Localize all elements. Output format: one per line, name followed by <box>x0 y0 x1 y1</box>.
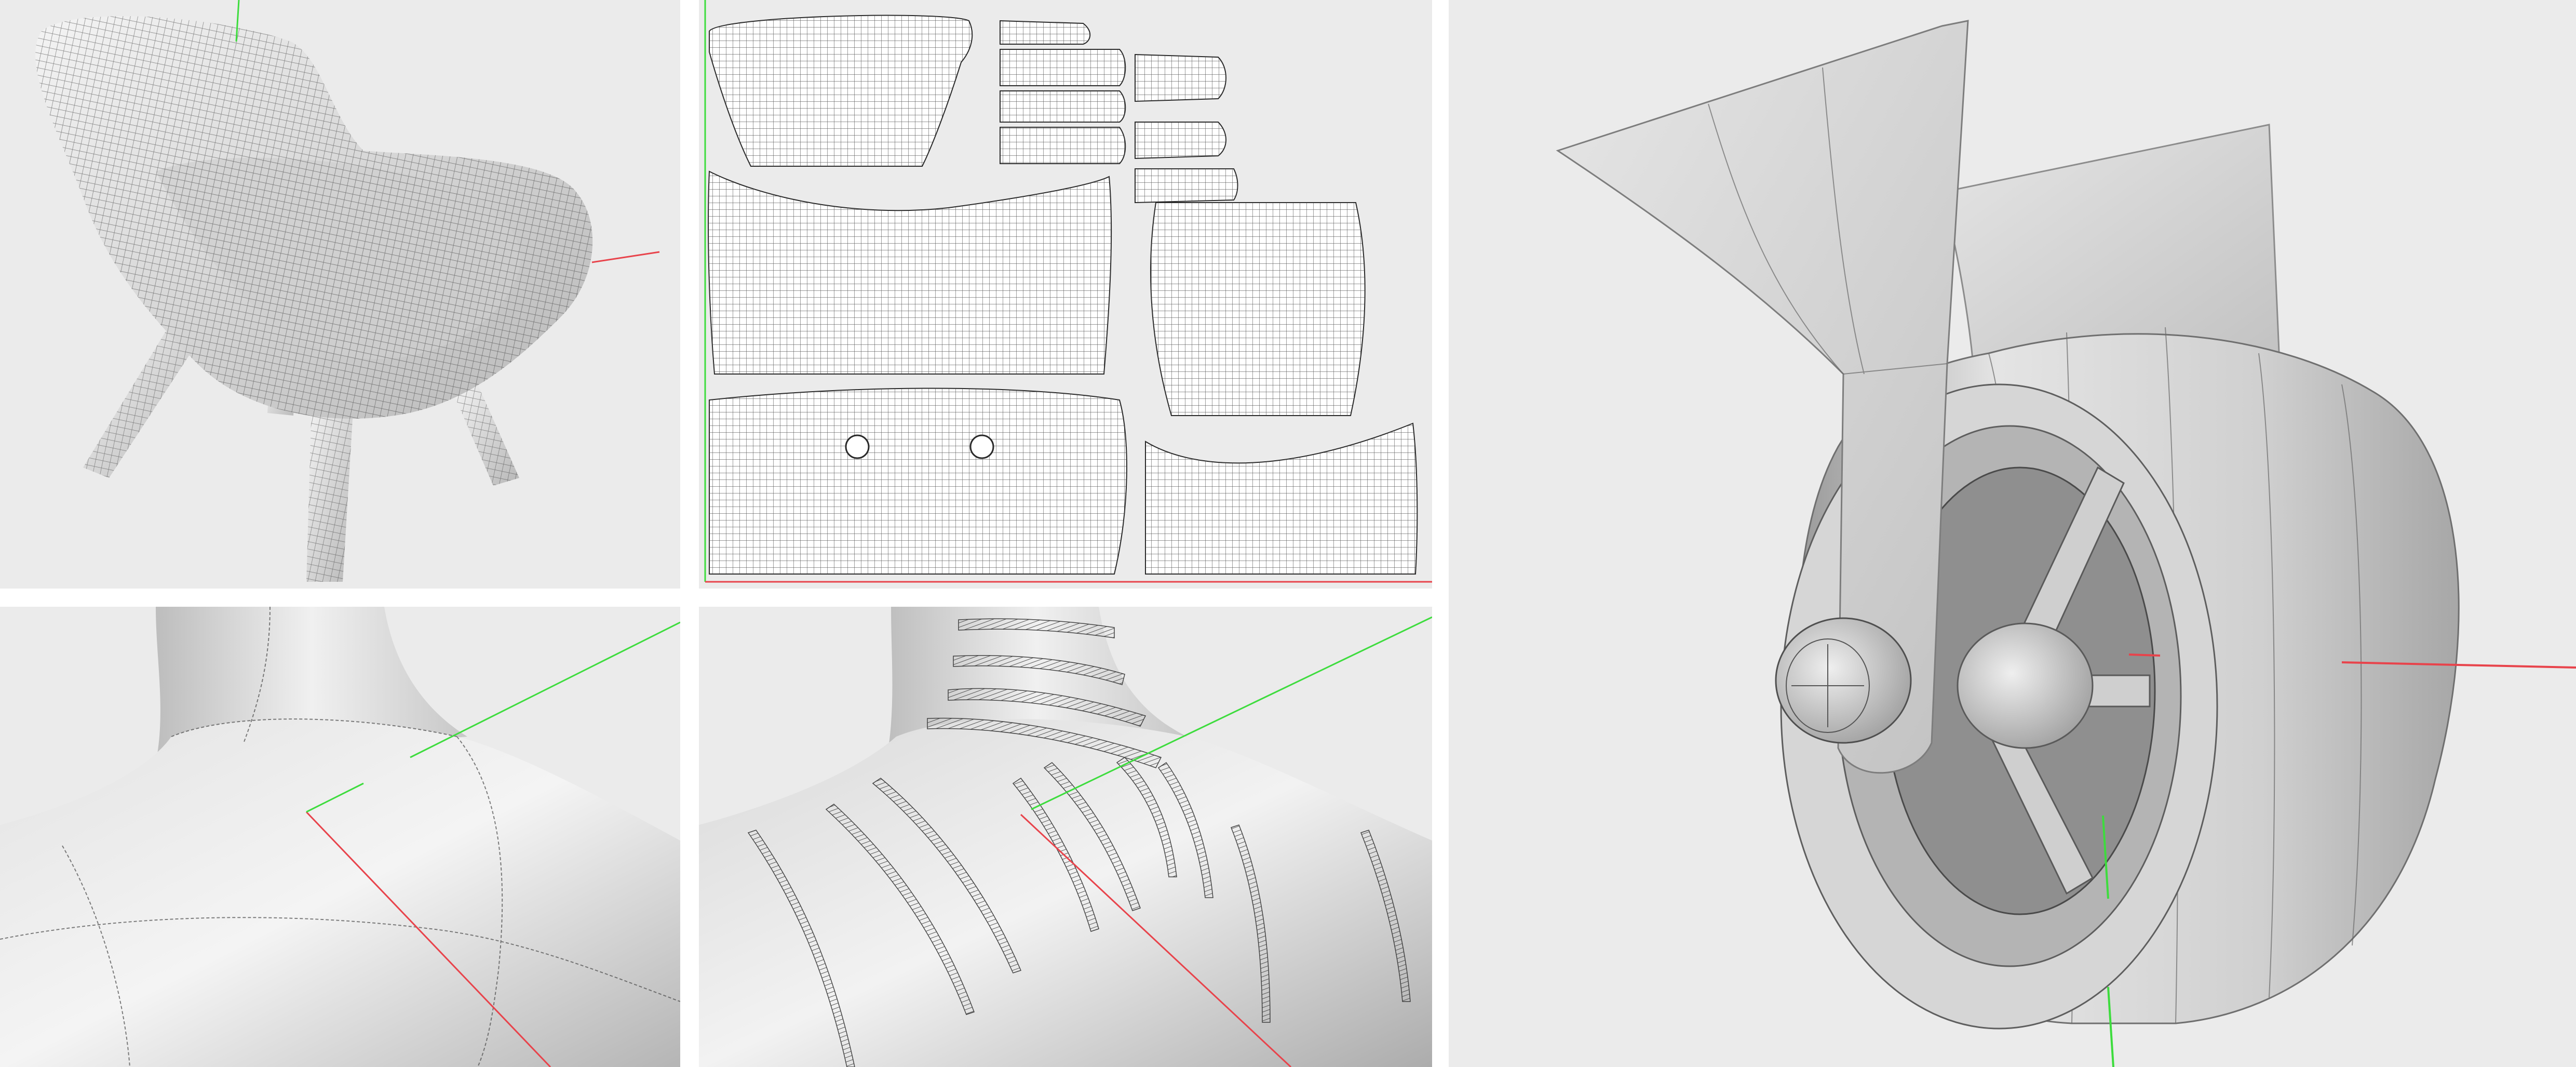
chair-leg-front-right-mesh <box>306 405 353 582</box>
uv-hole-left <box>845 434 870 459</box>
viewport-wheel[interactable] <box>1449 0 2576 1067</box>
uv-layout-canvas <box>704 0 1432 583</box>
axis-x-short-line <box>2128 653 2161 657</box>
viewport-chair[interactable] <box>0 0 680 589</box>
surface-canvas <box>0 607 680 1067</box>
chair-wireframe-canvas <box>35 0 660 582</box>
chair-leg-back-right-mesh <box>452 384 519 486</box>
surface-body <box>0 719 680 1067</box>
axis-x-line <box>591 251 660 263</box>
viewport-uv-editor[interactable] <box>699 0 1432 589</box>
wheel-hub <box>1957 622 2094 749</box>
axis-z-line <box>410 621 680 758</box>
wheel-canvas <box>1556 20 2576 1067</box>
viewport-surface[interactable] <box>0 607 680 1067</box>
wheel-bracket-rear <box>1941 124 2281 365</box>
surface-sections-canvas <box>699 607 1432 1067</box>
sections-body <box>699 719 1432 1067</box>
viewport-surface-sections[interactable] <box>699 607 1432 1067</box>
wheel-axle-cap <box>1775 617 1912 744</box>
uv-hole-right <box>969 434 994 459</box>
